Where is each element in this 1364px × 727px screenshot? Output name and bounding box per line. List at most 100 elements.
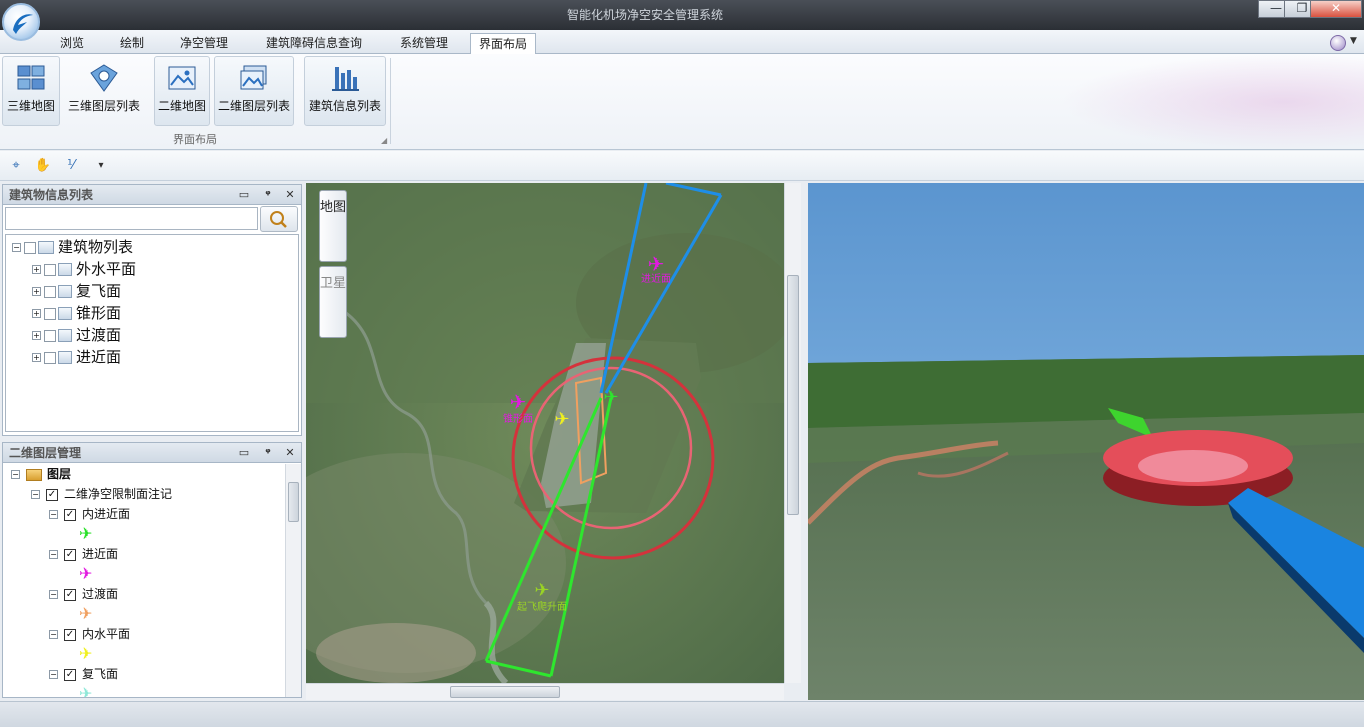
tree-item[interactable]: + 锥形面 — [32, 302, 121, 324]
measure-icon[interactable]: ⅟ — [62, 157, 80, 175]
ribbon-button-2d-layer-list[interactable]: 二维图层列表 — [214, 56, 294, 126]
tab-draw[interactable]: 绘制 — [112, 33, 152, 54]
group-launcher-icon[interactable]: ◢ — [381, 136, 387, 145]
search-layer-icon — [58, 263, 72, 276]
tab-clearance-management[interactable]: 净空管理 — [172, 33, 236, 54]
building-panel-header: 建筑物信息列表 ▭ ᵠ ✕ — [3, 185, 301, 205]
tree-root-label: 建筑物列表 — [58, 238, 134, 256]
layer-item[interactable]: − ✓ 进近面 — [49, 544, 118, 564]
tree-checkbox[interactable] — [44, 263, 56, 276]
close-icon[interactable]: ✕ — [283, 443, 297, 463]
tree-item[interactable]: + 外水平面 — [32, 258, 136, 280]
satellite-map[interactable]: ✈ ✈ ✈ ✈ ✈ 进近面 锥形面 起飞爬升面 — [306, 183, 784, 683]
tab-interface-layout[interactable]: 界面布局 — [470, 33, 537, 55]
building-search-input[interactable] — [5, 207, 258, 230]
scrollbar-thumb[interactable] — [787, 275, 799, 515]
tree-checkbox[interactable] — [44, 307, 56, 320]
map-vertical-scrollbar[interactable] — [784, 183, 801, 683]
ribbon-group-separator — [390, 58, 391, 144]
scrollbar-thumb[interactable] — [450, 686, 560, 698]
collapse-icon[interactable]: − — [31, 490, 40, 499]
collapse-icon[interactable]: − — [49, 510, 58, 519]
tree-item[interactable]: + 复飞面 — [32, 280, 121, 302]
plane-marker-icon: ✈ — [554, 409, 569, 430]
pin-icon[interactable]: ᵠ — [261, 185, 275, 205]
layer-group-row[interactable]: − ✓ 二维净空限制面注记 — [31, 484, 172, 504]
layer-scrollbar[interactable] — [285, 464, 301, 697]
map-label-approach: 进近面 — [641, 272, 671, 285]
expand-icon[interactable]: + — [32, 265, 41, 274]
restore-icon[interactable]: ▭ — [237, 185, 251, 205]
layer-item[interactable]: − ✓ 过渡面 — [49, 584, 118, 604]
layer-panel-title: 二维图层管理 — [9, 446, 82, 460]
collapse-icon[interactable]: − — [12, 243, 21, 252]
layer-list-icon — [38, 241, 54, 254]
locate-icon[interactable]: ⌖ — [7, 157, 25, 175]
layer-item-label: 进近面 — [82, 547, 119, 561]
tree-checkbox[interactable] — [44, 329, 56, 342]
tree-root-row[interactable]: − 建筑物列表 — [12, 236, 133, 258]
pan-hand-icon[interactable]: ✋ — [34, 157, 52, 175]
tab-system-management[interactable]: 系统管理 — [392, 33, 456, 54]
restore-icon[interactable]: ▭ — [237, 443, 251, 463]
collapse-icon[interactable]: − — [49, 670, 58, 679]
layers-stack-icon — [26, 468, 42, 481]
close-icon[interactable]: ✕ — [283, 185, 297, 205]
ribbon-button-building-list[interactable]: 建筑信息列表 — [304, 56, 386, 126]
app-logo-icon[interactable] — [2, 3, 40, 41]
tree-item[interactable]: + 进近面 — [32, 346, 121, 368]
terrain-3d-scene[interactable] — [808, 183, 1364, 700]
map-3d-view[interactable] — [808, 183, 1364, 700]
map-tab-map[interactable]: 地图 — [319, 190, 347, 262]
map-2d-view[interactable]: ✈ ✈ ✈ ✈ ✈ 进近面 锥形面 起飞爬升面 — [306, 183, 784, 683]
ribbon-button-2d-map[interactable]: 二维地图 — [154, 56, 210, 126]
close-button[interactable]: ✕ — [1310, 0, 1362, 18]
ribbon-button-label: 二维图层列表 — [217, 99, 290, 113]
layer-checkbox[interactable]: ✓ — [64, 668, 76, 681]
globe-3d-icon — [17, 65, 45, 90]
tree-checkbox[interactable] — [24, 241, 36, 254]
map-horizontal-scrollbar[interactable] — [306, 683, 784, 700]
ribbon-button-3d-layer-list[interactable]: 三维图层列表 — [62, 56, 146, 126]
expand-icon[interactable]: + — [32, 353, 41, 362]
layer-item[interactable]: − ✓ 复飞面 — [49, 664, 118, 684]
map-tab-satellite[interactable]: 卫星 — [319, 266, 347, 338]
ribbon-button-label: 建筑信息列表 — [308, 99, 381, 113]
layers-2d-icon — [240, 65, 267, 90]
layer-item[interactable]: − ✓ 内水平面 — [49, 624, 130, 644]
chevron-down-icon[interactable]: ▼ — [1350, 36, 1357, 46]
expand-icon[interactable]: + — [32, 287, 41, 296]
layer-management-panel: 二维图层管理 ▭ ᵠ ✕ − 图层 − ✓ 二维净空限制面注记 − ✓ 内进近面 ✈ − ✓… — [2, 442, 302, 698]
layer-checkbox[interactable]: ✓ — [64, 588, 76, 601]
expand-icon[interactable]: + — [32, 309, 41, 318]
tree-item-label: 外水平面 — [76, 260, 137, 278]
tree-checkbox[interactable] — [44, 285, 56, 298]
scrollbar-thumb[interactable] — [288, 482, 299, 522]
layer-checkbox[interactable]: ✓ — [64, 628, 76, 641]
layer-panel-header: 二维图层管理 ▭ ᵠ ✕ — [3, 443, 301, 463]
tree-item-label: 锥形面 — [76, 304, 122, 322]
collapse-icon[interactable]: − — [11, 470, 20, 479]
collapse-icon[interactable]: − — [49, 550, 58, 559]
pin-icon[interactable]: ᵠ — [261, 443, 275, 463]
theme-orb-icon[interactable] — [1330, 35, 1346, 51]
tree-item[interactable]: + 过渡面 — [32, 324, 121, 346]
ribbon-button-3d-map[interactable]: 三维地图 — [2, 56, 60, 126]
map-label-conical: 锥形面 — [503, 413, 533, 425]
search-layer-icon — [58, 285, 72, 298]
layer-item[interactable]: − ✓ 内进近面 — [49, 504, 130, 524]
layer-checkbox[interactable]: ✓ — [64, 548, 76, 561]
layer-checkbox[interactable]: ✓ — [64, 508, 76, 521]
expand-icon[interactable]: + — [32, 331, 41, 340]
layers-3d-icon — [90, 64, 118, 92]
tab-obstacle-query[interactable]: 建筑障碍信息查询 — [258, 33, 370, 54]
tree-checkbox[interactable] — [44, 351, 56, 364]
collapse-icon[interactable]: − — [49, 630, 58, 639]
layer-checkbox[interactable]: ✓ — [46, 488, 58, 501]
dropdown-icon[interactable]: ▾ — [92, 157, 110, 175]
collapse-icon[interactable]: − — [49, 590, 58, 599]
plane-marker-icon: ✈ — [510, 390, 527, 414]
layer-root-row[interactable]: − 图层 — [11, 464, 71, 484]
search-button[interactable] — [260, 206, 298, 232]
tab-browse[interactable]: 浏览 — [52, 33, 92, 54]
